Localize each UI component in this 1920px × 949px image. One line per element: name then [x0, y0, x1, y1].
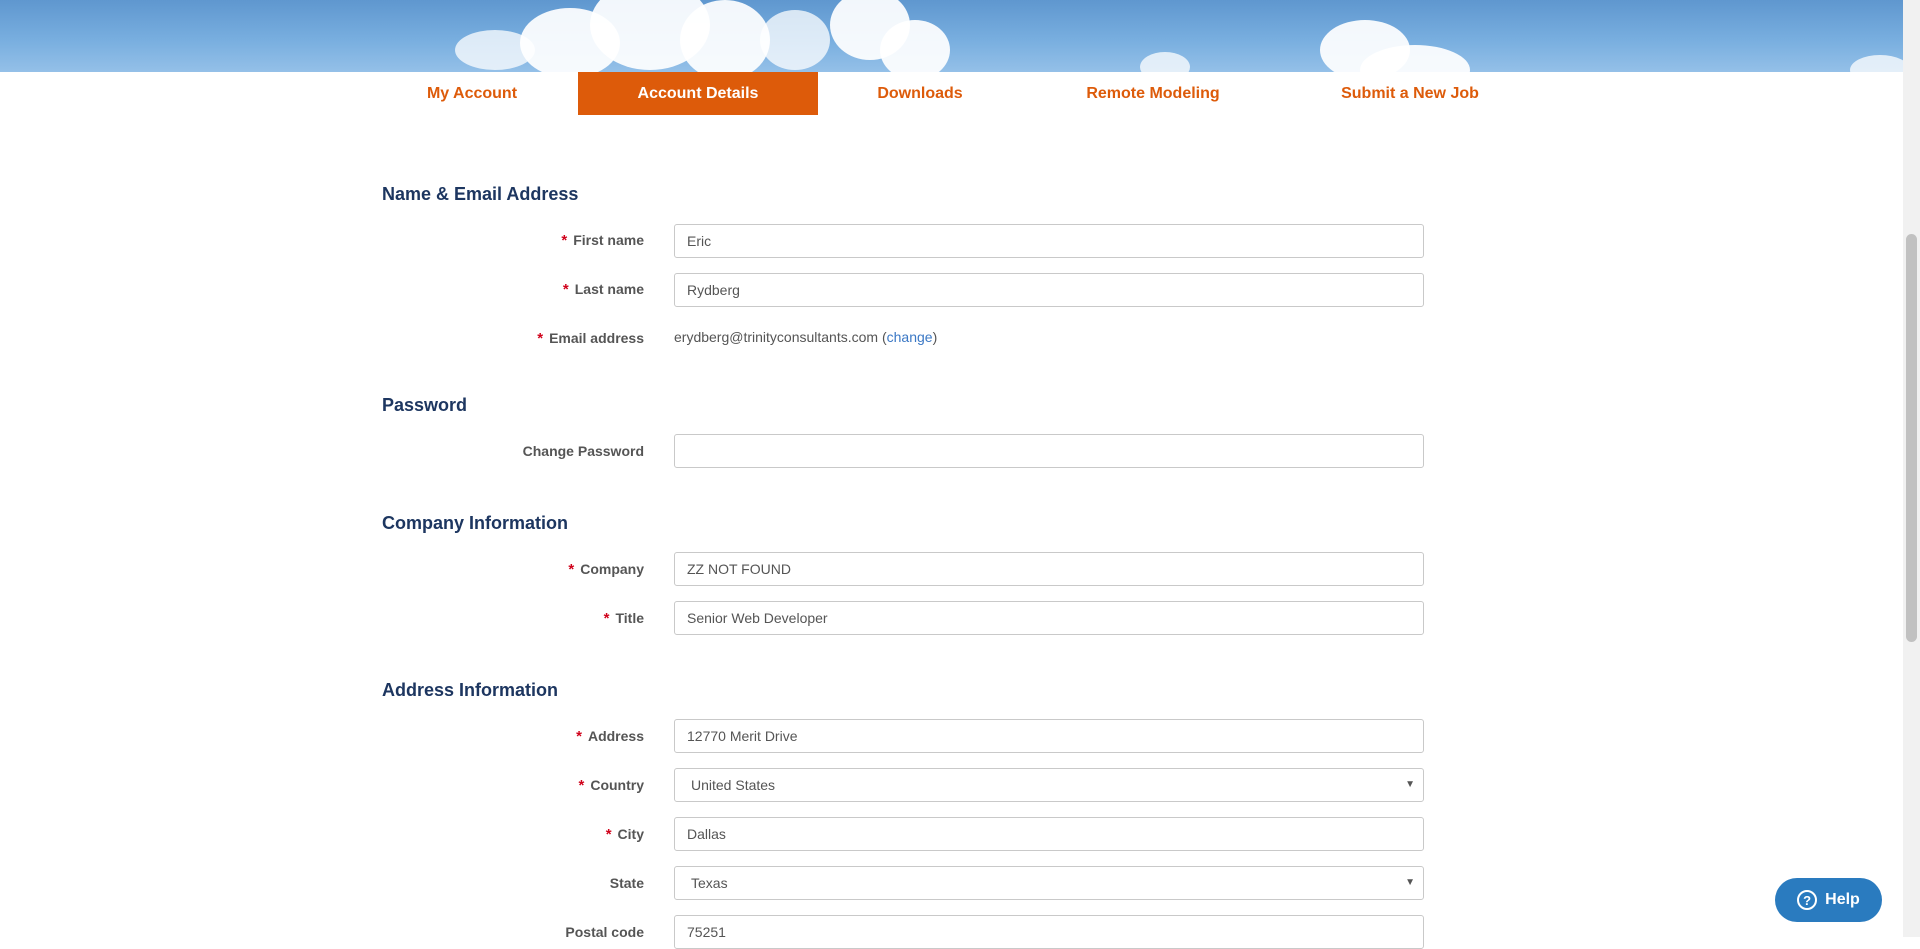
tab-account-details[interactable]: Account Details — [578, 72, 818, 115]
city-label: * City — [605, 826, 644, 843]
address-input[interactable] — [674, 719, 1424, 753]
email-label: * Email address — [537, 330, 644, 347]
required-marker: * — [576, 728, 582, 745]
chevron-down-icon: ▼ — [1405, 877, 1415, 888]
account-nav: My Account Account Details Downloads Rem… — [0, 72, 1903, 115]
city-input[interactable] — [674, 817, 1424, 851]
tab-my-account[interactable]: My Account — [382, 72, 562, 115]
company-input[interactable] — [674, 552, 1424, 586]
section-title-password: Password — [382, 395, 468, 415]
tab-remote-modeling[interactable]: Remote Modeling — [1053, 72, 1253, 115]
section-title-name-email: Name & Email Address — [382, 184, 579, 204]
state-label: State — [609, 875, 644, 891]
postal-code-label: Postal code — [565, 924, 644, 940]
help-label: Help — [1825, 891, 1860, 908]
address-label: * Address — [576, 728, 644, 745]
required-marker: * — [561, 232, 568, 249]
hero-banner — [0, 0, 1903, 72]
section-title-company: Company Information — [382, 513, 569, 533]
page-scrollbar[interactable] — [1903, 0, 1920, 937]
change-password-label: Change Password — [522, 443, 644, 459]
postal-code-input[interactable] — [674, 915, 1424, 949]
chevron-down-icon: ▼ — [1405, 779, 1415, 790]
email-value: erydberg@trinityconsultants.com (change) — [674, 329, 938, 345]
section-title-address: Address Information — [382, 680, 559, 700]
title-input[interactable] — [674, 601, 1424, 635]
required-marker: * — [578, 777, 585, 794]
first-name-input[interactable] — [674, 224, 1424, 258]
change-email-link[interactable]: change — [887, 329, 933, 345]
required-marker: * — [605, 826, 612, 843]
country-select[interactable]: United States ▼ — [674, 768, 1424, 802]
company-label: * Company — [568, 561, 644, 578]
last-name-label: * Last name — [562, 281, 644, 298]
tab-downloads[interactable]: Downloads — [830, 72, 1010, 115]
change-password-input[interactable] — [674, 434, 1424, 468]
required-marker: * — [562, 281, 569, 298]
last-name-input[interactable] — [674, 273, 1424, 307]
title-label: * Title — [603, 610, 644, 627]
first-name-label: * First name — [561, 232, 644, 249]
help-button[interactable]: ? Help — [1775, 878, 1882, 922]
required-marker: * — [537, 330, 544, 347]
state-select[interactable]: Texas ▼ — [674, 866, 1424, 900]
scrollbar-thumb[interactable] — [1906, 234, 1917, 642]
country-label: * Country — [578, 777, 644, 794]
required-marker: * — [568, 561, 575, 578]
tab-submit-new-job[interactable]: Submit a New Job — [1300, 72, 1520, 115]
required-marker: * — [603, 610, 610, 627]
question-circle-icon: ? — [1797, 890, 1818, 910]
